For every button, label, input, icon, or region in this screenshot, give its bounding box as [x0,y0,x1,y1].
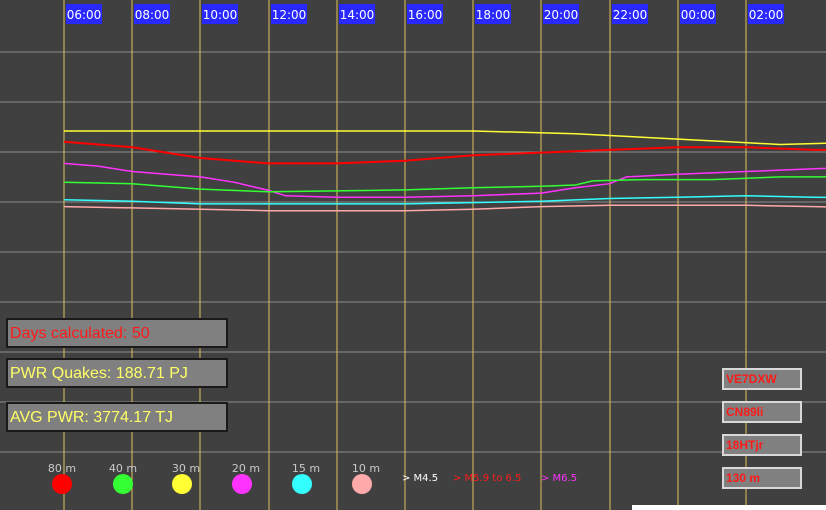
status-strip [632,505,826,510]
legend-label-20m: 20 m [231,462,261,475]
time-tick-label: 10:00 [203,8,238,22]
magnitude-label-m65: > M6.5 [541,473,578,484]
magnitude-label-m45: > M4.5 [402,473,439,484]
propagation-chart-panel: 06:00 08:00 10:00 12:00 14:00 16:00 18:00 20:00… [0,0,826,510]
legend-label-15m: 15 m [291,462,321,475]
band-box: 130 m [722,467,802,489]
legend-label-30m: 30 m [171,462,201,475]
station-code-box: 18HTjr [722,434,802,456]
time-tick-label: 20:00 [544,8,579,22]
avg-pwr-box: AVG PWR: 3774.17 TJ [6,402,228,432]
time-tick-label: 18:00 [476,8,511,22]
time-tick-label: 14:00 [340,8,375,22]
time-tick-label: 16:00 [408,8,443,22]
series-line [63,176,826,193]
time-tick-label: 02:00 [749,8,784,22]
time-tick-label: 22:00 [613,8,648,22]
days-calculated-box: Days calculated: 50 [6,318,228,348]
pwr-quakes-box: PWR Quakes: 188.71 PJ [6,358,228,388]
time-tick-label: 06:00 [67,8,102,22]
time-tick-label: 12:00 [272,8,307,22]
time-tick-label: 08:00 [135,8,170,22]
legend-dot-15m [292,474,312,494]
series-line [63,140,826,165]
legend-label-10m: 10 m [351,462,381,475]
magnitude-label-m59-65: > M5.9 to 6.5 [453,473,522,484]
legend-dot-40m [113,474,133,494]
legend-dot-80m [52,474,72,494]
grid-locator-box: CN89li [722,401,802,423]
legend-dot-30m [172,474,192,494]
legend-dot-10m [352,474,372,494]
legend-dot-20m [232,474,252,494]
time-tick-label: 00:00 [681,8,716,22]
series-line [63,204,826,212]
callsign-box: VE7DXW [722,368,802,390]
series-line [64,130,826,146]
propagation-plot: 06:00 08:00 10:00 12:00 14:00 16:00 18:00 20:00… [0,0,826,510]
